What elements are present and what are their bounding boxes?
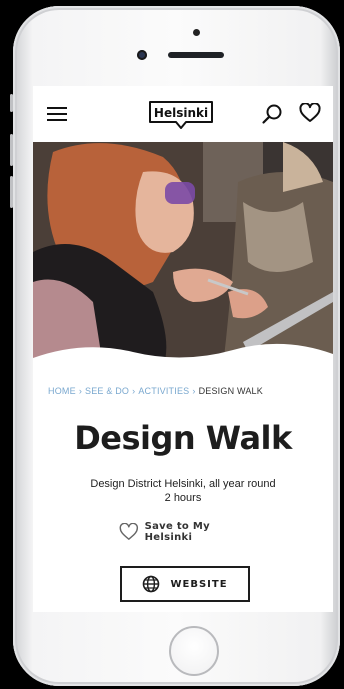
event-details: Design District Helsinki, all year round… [33,477,333,505]
home-button[interactable] [169,626,219,676]
logo-text: Helsinki [153,106,209,120]
helsinki-logo[interactable]: Helsinki [148,100,214,129]
save-label: Save to My Helsinki [144,521,210,543]
proximity-sensor [193,29,200,36]
website-label: WEBSITE [170,578,228,590]
earpiece-speaker [168,52,224,58]
search-icon[interactable] [261,103,283,125]
hero-image [33,142,333,366]
menu-icon[interactable] [47,107,67,122]
location-line: Design District Helsinki, all year round [90,478,276,490]
top-header: Helsinki [33,86,333,142]
duration-line: 2 hours [164,492,202,504]
volume-up-button [10,134,13,166]
volume-down-button [10,176,13,208]
breadcrumb-separator: › [192,386,196,396]
save-to-my-helsinki-button[interactable]: Save to My Helsinki [119,521,259,543]
globe-icon [143,575,160,593]
breadcrumb-see-do[interactable]: SEE & DO [85,386,129,396]
website-button[interactable]: WEBSITE [120,566,250,602]
breadcrumb-current: DESIGN WALK [198,386,263,396]
heart-outline-icon [119,523,138,540]
breadcrumb-activities[interactable]: ACTIVITIES [138,386,189,396]
breadcrumb-home[interactable]: HOME [48,386,76,396]
breadcrumb-separator: › [132,386,136,396]
heart-icon[interactable] [299,102,321,123]
page-title: Design Walk [74,419,292,457]
front-camera [137,50,147,60]
app-screen: Helsinki HOME › SEE & DO › ACTIVITIES › … [33,86,333,612]
breadcrumb-separator: › [78,386,83,396]
breadcrumb: HOME › SEE & DO › ACTIVITIES › DESIGN WALK [48,386,328,396]
silent-switch [10,94,13,112]
